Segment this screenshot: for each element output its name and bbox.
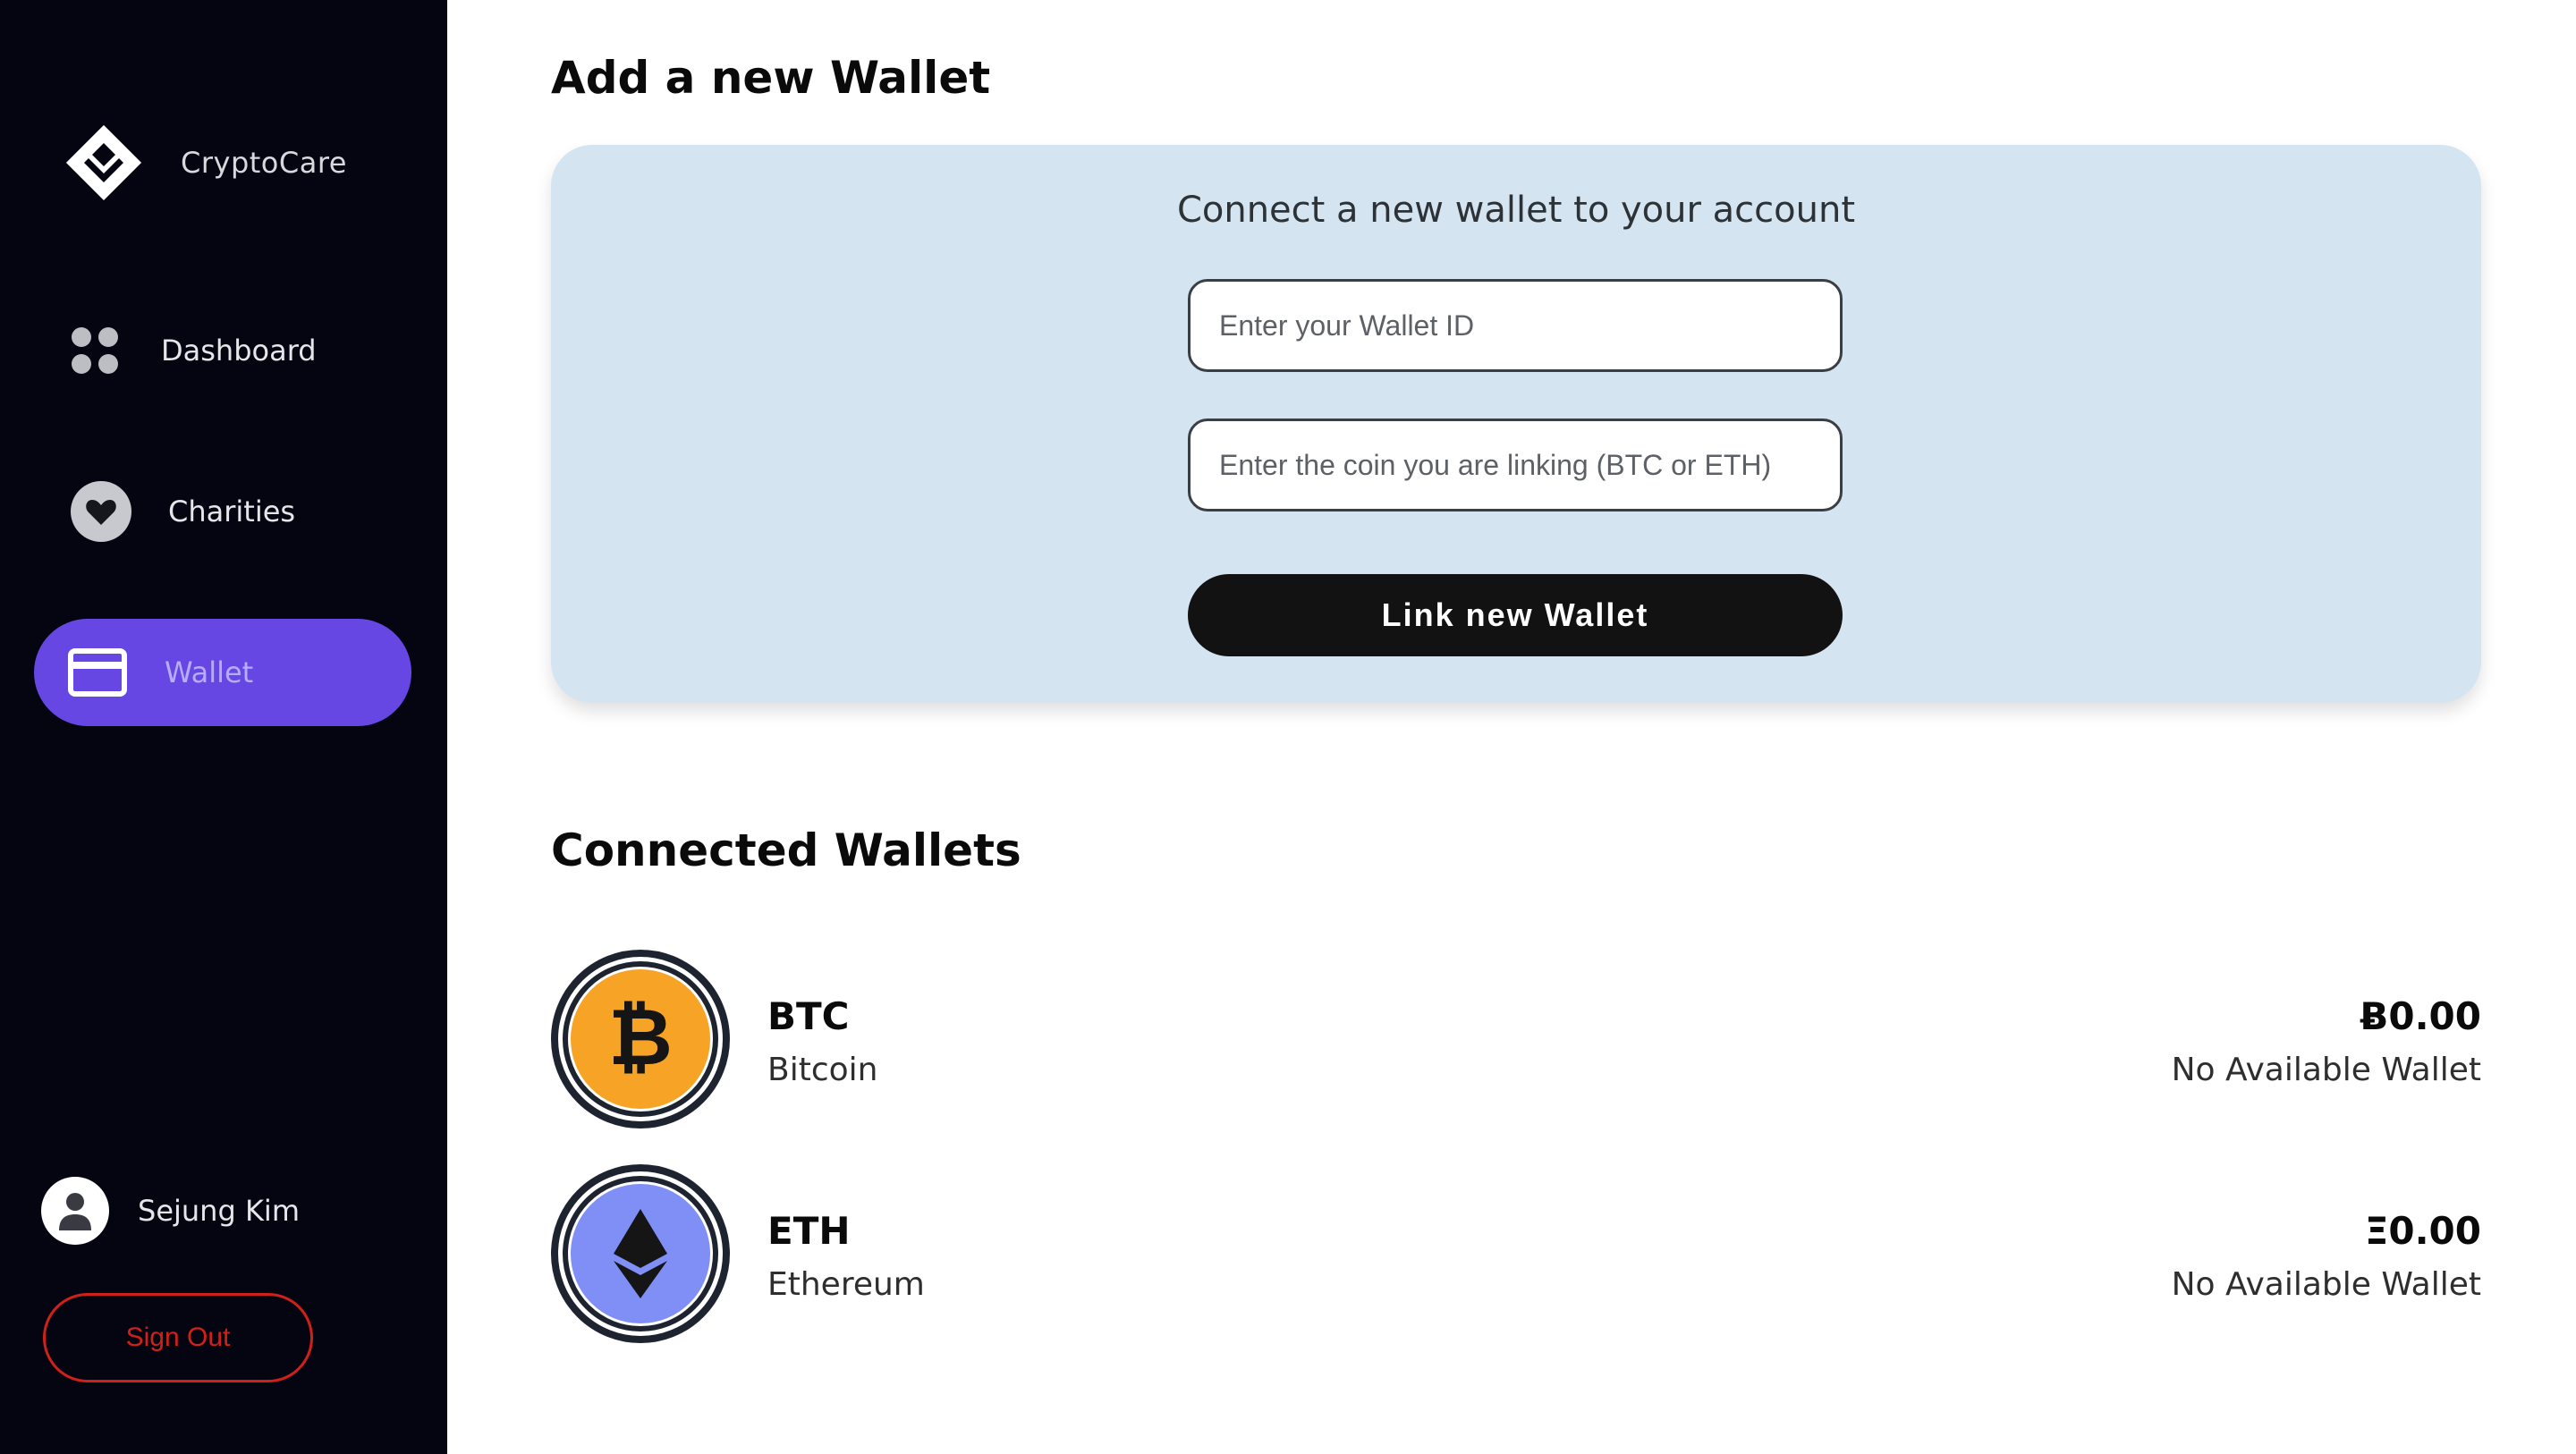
coin-symbol: ETH — [767, 1209, 851, 1253]
coin-balance: Ƀ0.00 — [2360, 994, 2481, 1038]
add-wallet-heading: Connect a new wallet to your account — [1176, 190, 1856, 231]
link-new-wallet-button[interactable]: Link new Wallet — [1188, 574, 1843, 656]
wallet-row-btc[interactable]: ₿ BTC Bitcoin Ƀ0.00 No Available Wallet — [551, 950, 2481, 1129]
user-avatar-icon — [41, 1177, 109, 1245]
user-profile[interactable]: Sejung Kim — [41, 1177, 300, 1245]
cryptocare-logo-icon — [66, 125, 141, 200]
coin-name: Bitcoin — [767, 1052, 878, 1088]
sidebar-item-label: Dashboard — [161, 334, 317, 368]
sidebar-item-label: Wallet — [165, 655, 254, 689]
sign-out-button[interactable]: Sign Out — [43, 1293, 313, 1382]
sidebar: CryptoCare Dashboard Charities Wallet Se… — [0, 0, 447, 1454]
sidebar-item-label: Charities — [168, 495, 296, 528]
coin-balance: Ξ0.00 — [2364, 1209, 2481, 1253]
bitcoin-icon: ₿ — [551, 950, 730, 1129]
app-root: CryptoCare Dashboard Charities Wallet Se… — [0, 0, 2576, 1454]
user-name: Sejung Kim — [138, 1194, 300, 1228]
wallet-id-input[interactable] — [1188, 279, 1843, 372]
dashboard-grid-icon — [70, 325, 120, 376]
page-title: Add a new Wallet — [551, 52, 991, 104]
svg-text:₿: ₿ — [608, 991, 673, 1083]
coin-name: Ethereum — [767, 1266, 925, 1303]
wallet-row-eth[interactable]: ETH Ethereum Ξ0.00 No Available Wallet — [551, 1164, 2481, 1343]
coin-symbol: BTC — [767, 994, 850, 1038]
sidebar-item-charities[interactable]: Charities — [70, 478, 295, 545]
app-name: CryptoCare — [181, 146, 347, 180]
sidebar-item-dashboard[interactable]: Dashboard — [70, 324, 317, 377]
credit-card-icon — [68, 648, 127, 697]
wallet-status: No Available Wallet — [2171, 1266, 2481, 1303]
coin-input[interactable] — [1188, 418, 1843, 511]
connected-wallets-title: Connected Wallets — [551, 824, 1021, 876]
ethereum-icon — [551, 1164, 730, 1343]
sidebar-item-wallet[interactable]: Wallet — [34, 619, 411, 726]
main-content: Add a new Wallet Connect a new wallet to… — [447, 0, 2576, 1454]
add-wallet-card: Connect a new wallet to your account Lin… — [551, 145, 2481, 703]
wallet-status: No Available Wallet — [2171, 1052, 2481, 1088]
logo[interactable]: CryptoCare — [63, 122, 347, 204]
heart-icon — [70, 480, 132, 543]
